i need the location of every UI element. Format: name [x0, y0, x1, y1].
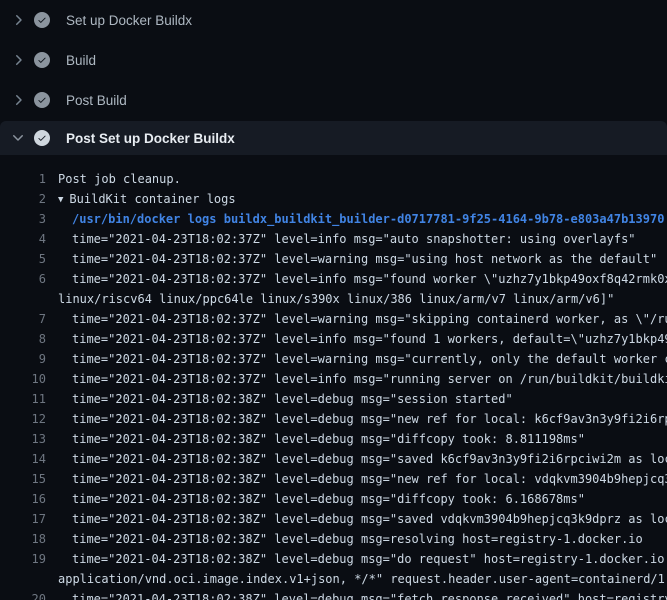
- log-line-text: time="2021-04-23T18:02:38Z" level=debug …: [58, 509, 667, 529]
- log-line-text: application/vnd.oci.image.index.v1+json,…: [58, 569, 667, 589]
- log-line: 6 time="2021-04-23T18:02:37Z" level=info…: [0, 269, 667, 289]
- log-line-text: time="2021-04-23T18:02:38Z" level=debug …: [58, 549, 667, 569]
- log-line-number[interactable]: 8: [0, 329, 46, 349]
- log-line-number[interactable]: 5: [0, 249, 46, 269]
- step-label: Post Build: [66, 93, 127, 108]
- log-line: 17 time="2021-04-23T18:02:38Z" level=deb…: [0, 509, 667, 529]
- log-line-text: time="2021-04-23T18:02:38Z" level=debug …: [58, 529, 667, 549]
- step-header-post-build[interactable]: Post Build: [0, 80, 667, 120]
- log-line-number[interactable]: 9: [0, 349, 46, 369]
- log-line: 13 time="2021-04-23T18:02:38Z" level=deb…: [0, 429, 667, 449]
- log-line-number[interactable]: 19: [0, 549, 46, 569]
- log-line-text: linux/riscv64 linux/ppc64le linux/s390x …: [58, 289, 667, 309]
- log-line-text: /usr/bin/docker logs buildx_buildkit_bui…: [58, 209, 667, 229]
- log-line-number: [0, 569, 46, 589]
- log-line: 16 time="2021-04-23T18:02:38Z" level=deb…: [0, 489, 667, 509]
- log-line: 14 time="2021-04-23T18:02:38Z" level=deb…: [0, 449, 667, 469]
- log-line: 19 time="2021-04-23T18:02:38Z" level=deb…: [0, 549, 667, 569]
- log-line-text: time="2021-04-23T18:02:38Z" level=debug …: [58, 449, 667, 469]
- collapsed-steps-list: Set up Docker Buildx Build P: [0, 0, 667, 120]
- log-line-text: time="2021-04-23T18:02:37Z" level=info m…: [58, 329, 667, 349]
- log-line-text: time="2021-04-23T18:02:37Z" level=info m…: [58, 229, 667, 249]
- log-line-number[interactable]: 13: [0, 429, 46, 449]
- log-line: 5 time="2021-04-23T18:02:37Z" level=warn…: [0, 249, 667, 269]
- log-line-text: time="2021-04-23T18:02:37Z" level=info m…: [58, 269, 667, 289]
- chevron-down-icon: [10, 130, 26, 146]
- log-line-text: time="2021-04-23T18:02:37Z" level=info m…: [58, 369, 667, 389]
- log-line-number[interactable]: 4: [0, 229, 46, 249]
- log-line: 9 time="2021-04-23T18:02:37Z" level=warn…: [0, 349, 667, 369]
- log-line-number[interactable]: 18: [0, 529, 46, 549]
- log-line-number[interactable]: 6: [0, 269, 46, 289]
- log-line-text: time="2021-04-23T18:02:38Z" level=debug …: [58, 429, 667, 449]
- chevron-right-icon: [10, 92, 26, 108]
- log-line-text: ▼BuildKit container logs: [58, 189, 667, 209]
- log-line-text: Post job cleanup.: [58, 169, 667, 189]
- check-circle-icon: [34, 130, 50, 146]
- log-line-number[interactable]: 11: [0, 389, 46, 409]
- log-line-number[interactable]: 2: [0, 189, 46, 209]
- log-line-number[interactable]: 17: [0, 509, 46, 529]
- step-label: Build: [66, 53, 96, 68]
- log-line-text: time="2021-04-23T18:02:37Z" level=warnin…: [58, 309, 667, 329]
- log-line-number[interactable]: 10: [0, 369, 46, 389]
- log-output: 1 Post job cleanup. 2 ▼BuildKit containe…: [0, 155, 667, 600]
- log-line-text: time="2021-04-23T18:02:38Z" level=debug …: [58, 469, 667, 489]
- log-command-line: 3 /usr/bin/docker logs buildx_buildkit_b…: [0, 209, 667, 229]
- log-line-number[interactable]: 12: [0, 409, 46, 429]
- log-line-number[interactable]: 20: [0, 589, 46, 600]
- log-line-text: time="2021-04-23T18:02:38Z" level=debug …: [58, 409, 667, 429]
- log-line-number[interactable]: 15: [0, 469, 46, 489]
- log-line-number: [0, 289, 46, 309]
- log-line-number[interactable]: 7: [0, 309, 46, 329]
- step-header-build[interactable]: Build: [0, 40, 667, 80]
- log-line: 18 time="2021-04-23T18:02:38Z" level=deb…: [0, 529, 667, 549]
- log-line: 7 time="2021-04-23T18:02:37Z" level=warn…: [0, 309, 667, 329]
- log-line-number[interactable]: 16: [0, 489, 46, 509]
- log-line: 15 time="2021-04-23T18:02:38Z" level=deb…: [0, 469, 667, 489]
- log-line-number[interactable]: 14: [0, 449, 46, 469]
- log-line: 1 Post job cleanup.: [0, 169, 667, 189]
- check-circle-icon: [34, 12, 50, 28]
- step-label: Set up Docker Buildx: [66, 13, 192, 28]
- check-circle-icon: [34, 92, 50, 108]
- check-circle-icon: [34, 52, 50, 68]
- log-line: 8 time="2021-04-23T18:02:37Z" level=info…: [0, 329, 667, 349]
- log-line-text: time="2021-04-23T18:02:38Z" level=debug …: [58, 489, 667, 509]
- log-line-text: time="2021-04-23T18:02:37Z" level=warnin…: [58, 249, 667, 269]
- step-label: Post Set up Docker Buildx: [66, 131, 235, 146]
- log-line-text: time="2021-04-23T18:02:38Z" level=debug …: [58, 589, 667, 600]
- log-line-continuation: application/vnd.oci.image.index.v1+json,…: [0, 569, 667, 589]
- log-line: 10 time="2021-04-23T18:02:37Z" level=inf…: [0, 369, 667, 389]
- step-header-post-set-up-docker-buildx[interactable]: Post Set up Docker Buildx: [0, 121, 667, 155]
- log-line-text: time="2021-04-23T18:02:38Z" level=debug …: [58, 389, 667, 409]
- log-line: 12 time="2021-04-23T18:02:38Z" level=deb…: [0, 409, 667, 429]
- chevron-right-icon: [10, 52, 26, 68]
- log-line: 4 time="2021-04-23T18:02:37Z" level=info…: [0, 229, 667, 249]
- log-line-text: time="2021-04-23T18:02:37Z" level=warnin…: [58, 349, 667, 369]
- log-line: 20 time="2021-04-23T18:02:38Z" level=deb…: [0, 589, 667, 600]
- log-line-number[interactable]: 3: [0, 209, 46, 229]
- chevron-right-icon: [10, 12, 26, 28]
- group-expanded-triangle-icon: ▼: [58, 190, 63, 209]
- log-line-number[interactable]: 1: [0, 169, 46, 189]
- step-header-set-up-docker-buildx[interactable]: Set up Docker Buildx: [0, 0, 667, 40]
- log-group-toggle[interactable]: 2 ▼BuildKit container logs: [0, 189, 667, 209]
- log-line-continuation: linux/riscv64 linux/ppc64le linux/s390x …: [0, 289, 667, 309]
- actions-log-viewer: Set up Docker Buildx Build P: [0, 0, 667, 600]
- log-line: 11 time="2021-04-23T18:02:38Z" level=deb…: [0, 389, 667, 409]
